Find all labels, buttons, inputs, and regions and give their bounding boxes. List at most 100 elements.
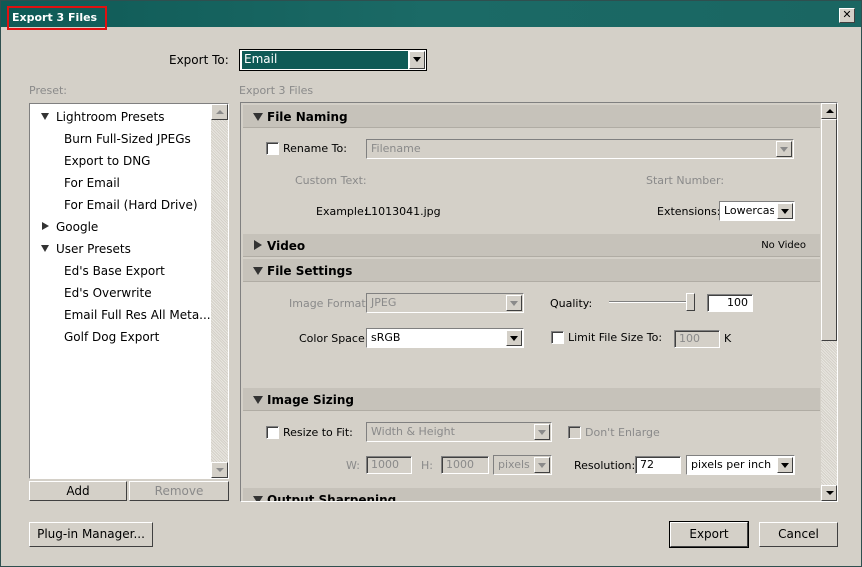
resolution-label: Resolution:	[574, 459, 636, 472]
chevron-down-icon[interactable]	[777, 203, 793, 219]
limit-unit: K	[724, 332, 732, 345]
triangle-down-icon	[253, 113, 263, 121]
tree-group-lightroom-presets[interactable]: Lightroom Presets	[40, 110, 164, 124]
example-value: L1013041.jpg	[365, 205, 441, 218]
export-to-select[interactable]: Email	[239, 49, 427, 71]
image-format-label: Image Format:	[289, 297, 370, 310]
scroll-up-icon[interactable]	[211, 104, 228, 120]
resize-value: Width & Height	[371, 425, 455, 438]
resolution-input[interactable]: 72	[635, 456, 681, 474]
quality-slider-track[interactable]	[609, 301, 695, 303]
resolution-unit-value: pixels per inch	[691, 458, 772, 471]
quality-input[interactable]: 100	[707, 294, 753, 312]
section-image-sizing[interactable]: Image Sizing	[243, 388, 820, 411]
resize-select[interactable]: Width & Height	[366, 422, 552, 442]
chevron-down-icon[interactable]	[409, 51, 425, 69]
image-format-select[interactable]: JPEG	[366, 293, 524, 313]
tree-group-google[interactable]: Google	[41, 220, 98, 234]
preset-label: Preset:	[29, 84, 68, 97]
export-dialog: Export 3 Files ✕ Export To: Email Preset…	[0, 0, 862, 567]
start-number-label: Start Number:	[646, 174, 725, 187]
triangle-right-icon	[254, 240, 262, 250]
export-button[interactable]: Export	[669, 521, 749, 548]
rename-value: Filename	[371, 142, 421, 155]
tree-group-user-presets[interactable]: User Presets	[41, 242, 131, 256]
color-space-select[interactable]: sRGB	[366, 328, 524, 348]
example-label: Example:	[316, 205, 368, 218]
custom-text-label: Custom Text:	[295, 174, 367, 187]
preset-list[interactable]: Lightroom Presets Burn Full-Sized JPEGs …	[29, 103, 229, 479]
color-space-value: sRGB	[371, 331, 401, 344]
preset-item[interactable]: Ed's Overwrite	[64, 286, 152, 300]
scroll-up-icon[interactable]	[821, 103, 837, 119]
section-file-naming[interactable]: File Naming	[243, 105, 820, 128]
resize-checkbox[interactable]	[266, 426, 279, 439]
chevron-down-icon[interactable]	[534, 457, 550, 473]
rename-select[interactable]: Filename	[366, 139, 794, 159]
chevron-down-icon[interactable]	[777, 457, 793, 473]
extensions-label: Extensions:	[657, 205, 721, 218]
quality-slider-thumb[interactable]	[686, 293, 695, 311]
rename-checkbox[interactable]	[266, 142, 279, 155]
width-label: W:	[346, 459, 360, 472]
plugin-manager-button[interactable]: Plug-in Manager...	[29, 522, 153, 547]
size-unit-value: pixels	[498, 458, 530, 471]
triangle-down-icon	[253, 396, 263, 404]
preset-item[interactable]: Burn Full-Sized JPEGs	[64, 132, 191, 146]
section-video[interactable]: Video No Video	[243, 234, 820, 257]
size-unit-select[interactable]: pixels	[493, 455, 552, 475]
extensions-select[interactable]: Lowercase	[719, 201, 795, 221]
preset-item[interactable]: Ed's Base Export	[64, 264, 165, 278]
settings-scrollbar[interactable]	[821, 103, 837, 501]
height-input[interactable]: 1000	[441, 456, 489, 474]
chevron-down-icon[interactable]	[506, 330, 522, 346]
section-title: Video	[267, 239, 306, 253]
preset-item[interactable]: For Email (Hard Drive)	[64, 198, 198, 212]
section-title: Output Sharpening	[267, 493, 397, 502]
section-title: Image Sizing	[267, 393, 354, 407]
chevron-down-icon[interactable]	[776, 141, 792, 157]
height-label: H:	[421, 459, 433, 472]
close-button[interactable]: ✕	[839, 8, 855, 23]
width-input[interactable]: 1000	[366, 456, 412, 474]
section-output-sharpening[interactable]: Output Sharpening	[243, 488, 820, 502]
close-icon: ✕	[842, 8, 852, 21]
add-preset-button[interactable]: Add	[29, 481, 127, 501]
limit-file-size-input[interactable]: 100	[674, 330, 720, 348]
scroll-thumb[interactable]	[821, 119, 837, 341]
section-title: File Naming	[267, 110, 348, 124]
triangle-down-icon	[253, 267, 263, 275]
resolution-unit-select[interactable]: pixels per inch	[686, 455, 795, 475]
section-title: File Settings	[267, 264, 353, 278]
image-format-value: JPEG	[371, 296, 397, 309]
scroll-down-icon[interactable]	[211, 462, 228, 478]
rename-label: Rename To:	[283, 142, 347, 155]
export-to-label: Export To:	[169, 53, 229, 67]
chevron-down-icon[interactable]	[534, 424, 550, 440]
quality-label: Quality:	[550, 297, 593, 310]
limit-file-size-checkbox[interactable]	[551, 331, 564, 344]
remove-preset-button[interactable]: Remove	[129, 481, 229, 501]
export-to-value: Email	[242, 51, 408, 69]
resize-label: Resize to Fit:	[283, 426, 353, 439]
color-space-label: Color Space:	[299, 332, 369, 345]
settings-heading: Export 3 Files	[239, 84, 314, 97]
extensions-value: Lowercase	[724, 204, 774, 217]
dont-enlarge-checkbox[interactable]	[568, 426, 581, 439]
scroll-down-icon[interactable]	[821, 485, 837, 501]
video-status: No Video	[761, 240, 806, 251]
preset-item[interactable]: Golf Dog Export	[64, 330, 159, 344]
section-file-settings[interactable]: File Settings	[243, 259, 820, 282]
preset-scrollbar[interactable]	[211, 104, 228, 478]
title-bar[interactable]: Export 3 Files ✕	[1, 1, 861, 30]
settings-panel: File Naming Rename To: Filename Custom T…	[240, 102, 838, 502]
preset-item[interactable]: Export to DNG	[64, 154, 150, 168]
cancel-button[interactable]: Cancel	[759, 522, 838, 547]
preset-item[interactable]: For Email	[64, 176, 120, 190]
chevron-down-icon[interactable]	[506, 295, 522, 311]
window-title: Export 3 Files	[7, 6, 108, 30]
triangle-down-icon	[253, 496, 263, 501]
limit-file-size-label: Limit File Size To:	[568, 331, 663, 344]
dont-enlarge-label: Don't Enlarge	[585, 426, 660, 439]
preset-item[interactable]: Email Full Res All Meta...	[64, 308, 211, 322]
